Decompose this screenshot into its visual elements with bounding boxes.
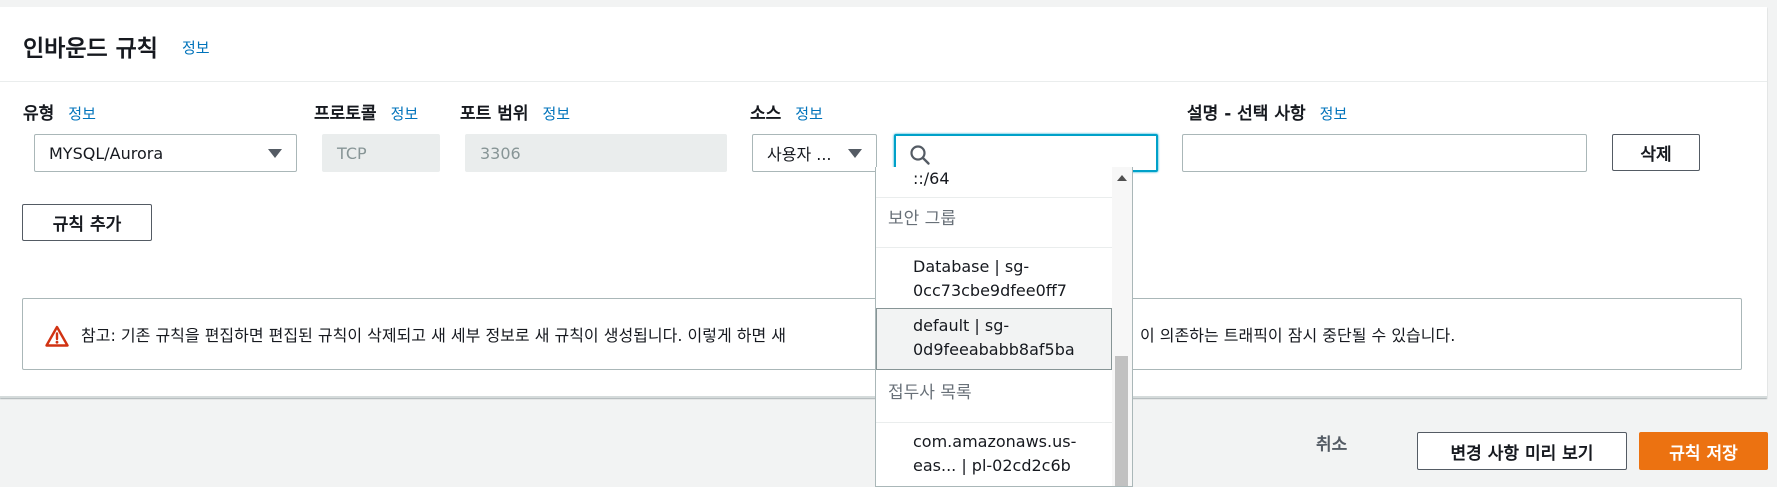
type-info-link[interactable]: 정보: [68, 105, 96, 123]
protocol-label: 프로토콜 정보: [314, 99, 418, 124]
dropdown-group-security-groups: 보안 그룹: [888, 209, 956, 229]
option-line-1: default | sg-: [913, 316, 1010, 335]
port-range-value: 3306: [480, 143, 521, 163]
description-info-link[interactable]: 정보: [1320, 105, 1348, 123]
panel-info-link[interactable]: 정보: [182, 37, 210, 58]
add-rule-button[interactable]: 규칙 추가: [22, 204, 152, 241]
port-range-field: 3306: [465, 134, 727, 172]
panel-header: 인바운드 규칙 정보: [0, 7, 1767, 82]
scroll-up-arrow-icon[interactable]: [1117, 175, 1127, 181]
alert-text: 참고: 기존 규칙을 편집하면 편집된 규칙이 삭제되고 새 세부 정보로 새 …: [81, 326, 787, 345]
type-select[interactable]: MYSQL/Aurora: [34, 134, 297, 172]
dropdown-option-sg-default[interactable]: default | sg- 0d9feeababb8af5ba: [876, 308, 1112, 370]
dropdown-separator: [876, 422, 1112, 423]
chevron-down-icon: [268, 149, 282, 158]
dropdown-separator: [876, 197, 1112, 198]
dropdown-option-cidr[interactable]: ::/64: [876, 167, 1112, 191]
dropdown-option-sg-database[interactable]: Database | sg- 0cc73cbe9dfee0ff7: [876, 255, 1112, 303]
dropdown-scrollbar[interactable]: [1112, 167, 1132, 486]
option-line-2: 0d9feeababb8af5ba: [913, 340, 1075, 359]
port-range-label-text: 포트 범위: [460, 104, 529, 124]
save-rules-button[interactable]: 규칙 저장: [1639, 432, 1768, 470]
protocol-field: TCP: [322, 134, 440, 172]
protocol-label-text: 프로토콜: [314, 104, 377, 124]
port-range-info-link[interactable]: 정보: [542, 105, 570, 123]
dropdown-option-prefix-list[interactable]: com.amazonaws.us- eas... | pl-02cd2c6b: [876, 430, 1112, 478]
panel-title: 인바운드 규칙: [23, 36, 158, 62]
description-input[interactable]: [1182, 134, 1587, 172]
source-dropdown-list[interactable]: ::/64 보안 그룹 Database | sg- 0cc73cbe9dfee…: [875, 167, 1133, 487]
option-line-2: eas... | pl-02cd2c6b: [913, 456, 1071, 475]
top-strip: [0, 0, 1767, 7]
alert-text-right: 이 의존하는 트래픽이 잠시 중단될 수 있습니다.: [1140, 326, 1456, 345]
description-label-text: 설명 - 선택 사항: [1187, 104, 1306, 124]
protocol-value: TCP: [337, 143, 367, 163]
option-line-2: 0cc73cbe9dfee0ff7: [913, 281, 1067, 300]
chevron-down-icon: [848, 149, 862, 158]
source-label-text: 소스: [750, 104, 782, 124]
option-line-1: com.amazonaws.us-: [913, 432, 1077, 451]
source-label: 소스 정보: [750, 99, 823, 124]
search-icon: [910, 145, 930, 165]
description-label: 설명 - 선택 사항 정보: [1187, 99, 1347, 124]
cancel-button[interactable]: 취소: [1316, 430, 1347, 455]
source-info-link[interactable]: 정보: [795, 105, 823, 123]
type-label-text: 유형: [23, 104, 55, 124]
type-select-value: MYSQL/Aurora: [49, 143, 164, 163]
delete-rule-button[interactable]: 삭제: [1612, 134, 1700, 171]
source-type-select[interactable]: 사용자 ...: [752, 134, 877, 172]
protocol-info-link[interactable]: 정보: [391, 105, 419, 123]
preview-changes-button[interactable]: 변경 사항 미리 보기: [1417, 432, 1627, 470]
dropdown-separator: [876, 247, 1112, 248]
port-range-label: 포트 범위 정보: [460, 99, 570, 124]
dropdown-group-prefix-lists: 접두사 목록: [888, 383, 972, 403]
warning-icon: [45, 325, 69, 347]
type-label: 유형 정보: [23, 99, 96, 124]
scrollbar-thumb[interactable]: [1115, 356, 1128, 486]
option-line-1: Database | sg-: [913, 257, 1030, 276]
source-type-value: 사용자 ...: [767, 145, 832, 164]
